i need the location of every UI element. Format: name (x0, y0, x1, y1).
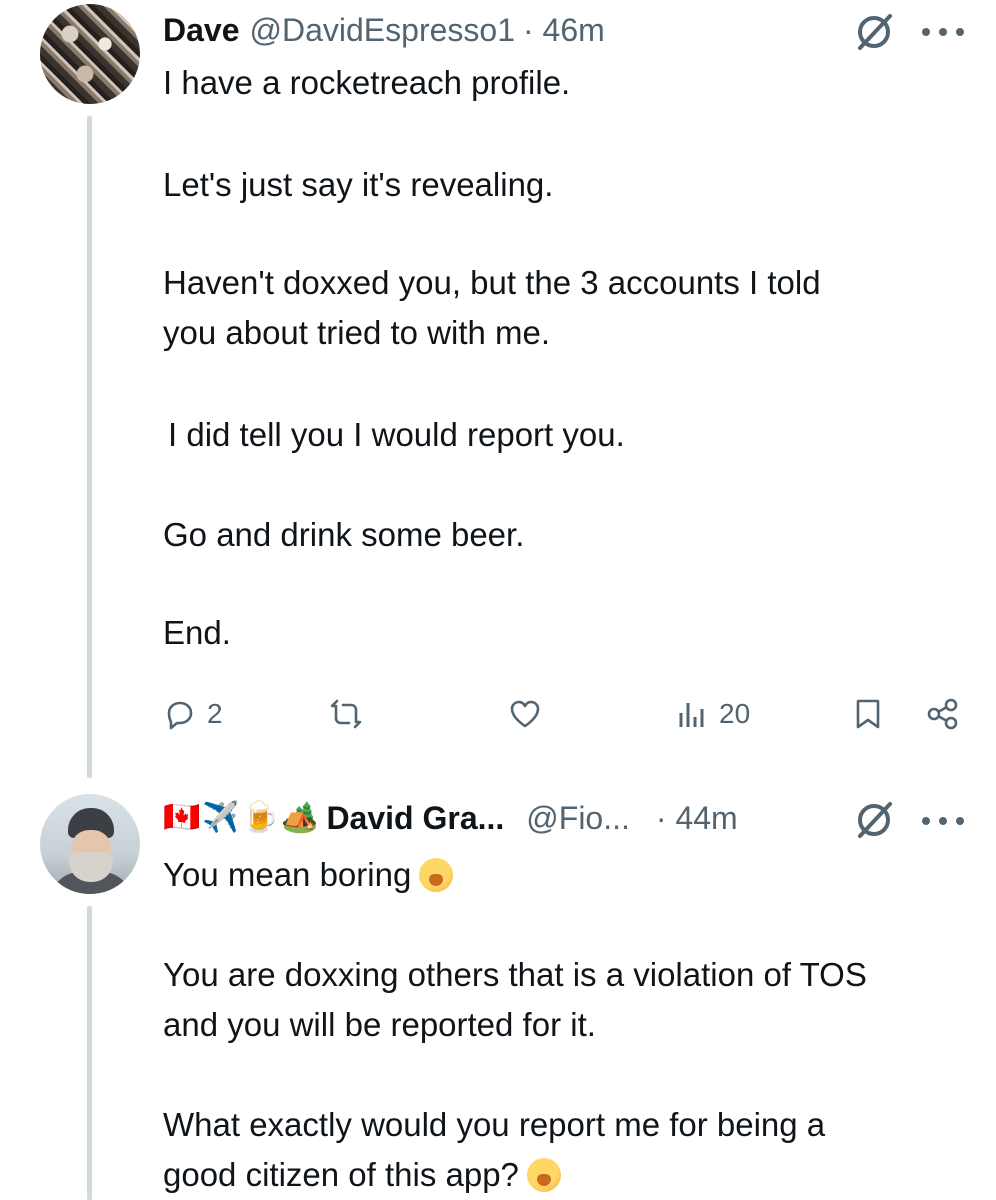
post-text-line: End. (163, 614, 231, 651)
yawning-face-icon (526, 1158, 561, 1192)
post-text: good citizen of this app? (163, 1156, 519, 1193)
thread-line (87, 116, 92, 778)
post-header: 🇨🇦 ✈️ 🍺 🏕️ David Gra... @Fio... · 44m (163, 798, 738, 838)
post-time[interactable]: · 46m (523, 12, 605, 49)
bookmark-icon (856, 699, 880, 729)
more-icon[interactable] (922, 26, 964, 38)
author-handle[interactable]: @DavidEspresso1 (250, 12, 515, 49)
name-flair: 🇨🇦 ✈️ 🍺 🏕️ (163, 803, 318, 833)
post-text-line: and you will be reported for it. (163, 1006, 596, 1043)
reply-button[interactable]: 2 (163, 690, 223, 738)
post-text: You mean boring (163, 856, 412, 893)
yawning-face-icon (419, 858, 454, 892)
post-text-line: What exactly would you report me for bei… (163, 1106, 826, 1143)
post-text-line: You are doxxing others that is a violati… (163, 956, 867, 993)
bookmark-button[interactable] (851, 690, 885, 738)
like-icon (510, 700, 540, 728)
flag-canada-icon: 🇨🇦 (163, 801, 201, 834)
views-icon (679, 703, 704, 727)
share-button[interactable] (925, 690, 959, 738)
post-text-line: Haven't doxxed you, but the 3 accounts I… (163, 264, 821, 301)
avatar-dave[interactable] (40, 4, 140, 104)
airplane-icon: ✈️ (202, 801, 240, 834)
author-handle[interactable]: @Fio... (526, 800, 630, 837)
post-time[interactable]: · 44m (656, 800, 738, 837)
post-text-line: good citizen of this app? (163, 1150, 561, 1200)
post-header: Dave @DavidEspresso1 · 46m (163, 10, 605, 50)
beer-icon: 🍺 (241, 801, 280, 834)
avatar-david[interactable] (40, 794, 140, 894)
author-name[interactable]: David Gra... (326, 800, 504, 837)
like-button[interactable] (508, 690, 542, 738)
views-count: 20 (719, 698, 751, 729)
grok-icon[interactable] (854, 800, 894, 840)
post-text-line: I did tell you I would report you. (168, 416, 625, 453)
post-text-line: I have a rocketreach profile. (163, 64, 571, 101)
thread-line (87, 906, 92, 1200)
post-text-line: You mean boring (163, 850, 454, 900)
repost-button[interactable] (329, 690, 363, 738)
post-text-line: Go and drink some beer. (163, 516, 525, 553)
repost-icon (330, 699, 362, 729)
camping-icon: 🏕️ (281, 801, 319, 834)
post-text-line: you about tried to with me. (163, 314, 551, 351)
views-button[interactable]: 20 (675, 690, 750, 738)
post-actions: 2 20 (163, 690, 968, 738)
post-text-line: Let's just say it's revealing. (163, 166, 554, 203)
share-icon (927, 698, 958, 730)
reply-count: 2 (207, 698, 223, 729)
more-icon[interactable] (922, 815, 964, 827)
author-name[interactable]: Dave (163, 12, 240, 49)
grok-icon[interactable] (854, 12, 894, 52)
reply-icon (167, 701, 193, 730)
